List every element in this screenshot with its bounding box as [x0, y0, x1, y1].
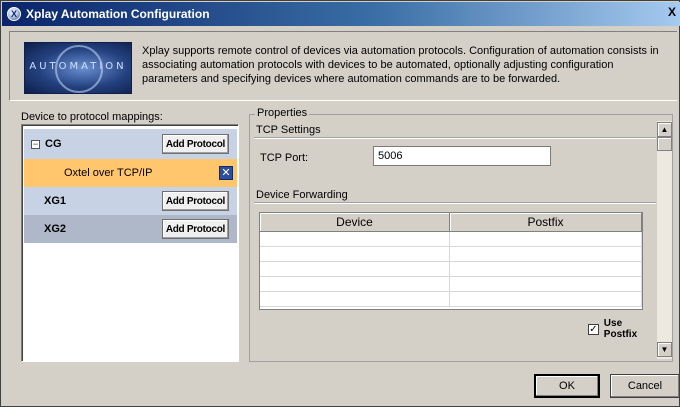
properties-legend: Properties [255, 107, 310, 119]
table-cell[interactable] [260, 247, 450, 261]
table-cell[interactable] [260, 277, 450, 291]
table-row[interactable] [260, 247, 642, 262]
table-cell[interactable] [450, 232, 642, 246]
divider [254, 202, 656, 204]
cancel-button[interactable]: Cancel [610, 374, 680, 398]
ok-button[interactable]: OK [534, 374, 600, 398]
logo-text: AUTOMATION [29, 61, 127, 72]
add-protocol-button[interactable]: Add Protocol [161, 134, 229, 154]
device-name: XG2 [44, 223, 67, 235]
device-row-xg1[interactable]: XG1 Add Protocol [24, 187, 237, 215]
properties-content: TCP Settings TCP Port: 5006 Device Forwa… [250, 120, 657, 360]
app-icon: X [7, 7, 21, 21]
use-postfix-label: Use Postfix [603, 318, 638, 340]
scroll-thumb[interactable] [657, 137, 672, 151]
protocol-row-oxtel[interactable]: Oxtel over TCP/IP ✕ [24, 159, 237, 187]
automation-logo: AUTOMATION [24, 42, 132, 94]
device-protocol-tree[interactable]: − CG Add Protocol Oxtel over TCP/IP ✕ XG… [21, 124, 239, 362]
add-protocol-button[interactable]: Add Protocol [161, 191, 229, 211]
add-protocol-button[interactable]: Add Protocol [161, 219, 229, 239]
tcp-port-input[interactable]: 5006 [373, 146, 551, 166]
table-cell[interactable] [260, 262, 450, 276]
scroll-down-icon[interactable]: ▼ [657, 342, 672, 357]
table-row[interactable] [260, 277, 642, 292]
device-name: CG [45, 138, 62, 150]
table-row[interactable] [260, 262, 642, 277]
collapse-icon[interactable]: − [31, 139, 40, 149]
column-header-device[interactable]: Device [260, 213, 450, 231]
forwarding-table[interactable]: Device Postfix [259, 212, 643, 310]
mappings-label: Device to protocol mappings: [21, 111, 163, 123]
device-name: XG1 [44, 195, 67, 207]
table-cell[interactable] [450, 262, 642, 276]
tcp-port-label: TCP Port: [260, 152, 309, 164]
scroll-up-icon[interactable]: ▲ [657, 122, 672, 137]
table-row[interactable] [260, 232, 642, 247]
table-cell[interactable] [260, 232, 450, 246]
dialog-window: X Xplay Automation Configuration X AUTOM… [0, 0, 680, 407]
protocol-name: Oxtel over TCP/IP [64, 167, 153, 179]
remove-protocol-icon[interactable]: ✕ [219, 166, 233, 180]
properties-scrollbar[interactable]: ▲ ▼ [657, 121, 672, 359]
divider [254, 137, 656, 139]
column-header-postfix[interactable]: Postfix [450, 213, 642, 231]
window-title: Xplay Automation Configuration [26, 7, 210, 21]
table-cell[interactable] [450, 292, 642, 306]
close-icon[interactable]: X [668, 5, 678, 21]
table-cell[interactable] [260, 292, 450, 306]
device-forwarding-heading: Device Forwarding [256, 189, 348, 201]
device-row-cg[interactable]: − CG Add Protocol [24, 129, 237, 159]
use-postfix-checkbox[interactable]: ✓ [588, 323, 599, 335]
table-cell[interactable] [450, 247, 642, 261]
table-cell[interactable] [450, 277, 642, 291]
title-bar[interactable]: X Xplay Automation Configuration X [2, 2, 680, 26]
table-header: Device Postfix [260, 213, 642, 232]
header-description: Xplay supports remote control of devices… [142, 45, 659, 85]
device-row-xg2[interactable]: XG2 Add Protocol [24, 215, 237, 243]
tcp-settings-heading: TCP Settings [256, 124, 321, 136]
use-postfix-option[interactable]: ✓ Use Postfix [588, 318, 657, 340]
table-row[interactable] [260, 292, 642, 307]
header-panel: AUTOMATION Xplay supports remote control… [9, 31, 677, 101]
